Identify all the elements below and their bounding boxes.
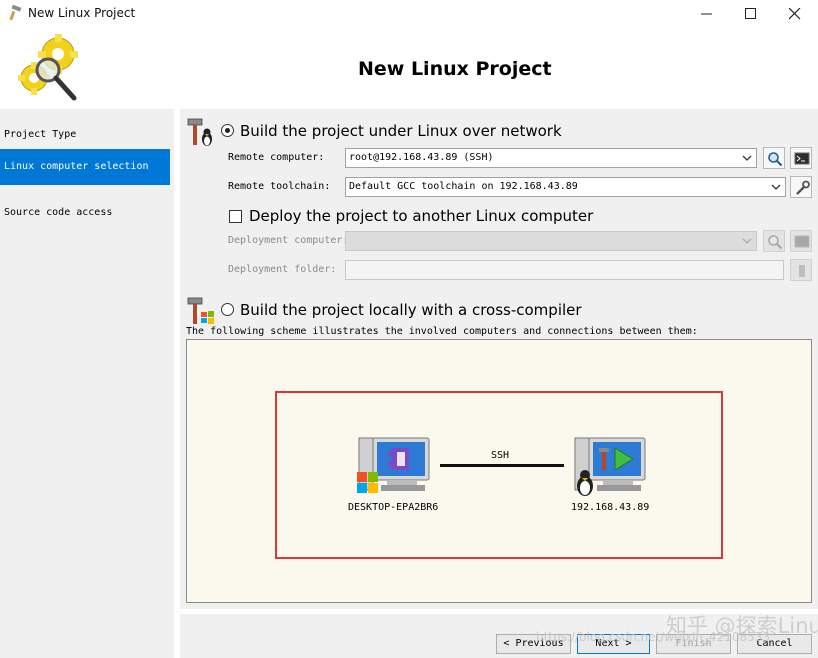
page-title: New Linux Project — [358, 58, 552, 80]
hammer-penguin-icon — [187, 118, 212, 146]
app-icon — [9, 5, 22, 21]
window-title: New Linux Project — [28, 6, 136, 20]
ssh-connection-line — [440, 464, 564, 467]
build-remote-label[interactable]: Build the project under Linux over netwo… — [240, 122, 562, 140]
remote-toolchain-label: Remote toolchain: — [228, 181, 331, 192]
edit-toolchain-button[interactable] — [790, 176, 812, 198]
deployment-terminal-button[interactable] — [790, 230, 812, 252]
remote-computer-select[interactable]: root@192.168.43.89 (SSH) — [345, 148, 757, 168]
chevron-down-icon — [771, 184, 781, 190]
terminal-icon — [794, 152, 810, 165]
scheme-caption: The following scheme illustrates the inv… — [186, 326, 698, 337]
main-panel: Build the project under Linux over netwo… — [180, 109, 818, 609]
chevron-down-icon — [742, 155, 752, 161]
gear-magnifier-logo — [18, 34, 78, 101]
remote-toolchain-value: Default GCC toolchain on 192.168.43.89 — [349, 181, 578, 192]
linux-pc-icon — [574, 437, 646, 496]
deployment-folder-label: Deployment folder: — [228, 264, 337, 275]
wrench-icon — [796, 180, 810, 195]
maximize-button[interactable] — [728, 0, 774, 28]
deployment-computer-label: Deployment computer: — [228, 235, 349, 246]
title-bar: New Linux Project — [0, 0, 818, 28]
folder-icon — [799, 265, 805, 277]
remote-computer-label: Remote computer: — [228, 152, 325, 163]
nav-item-source-code-access[interactable]: Source code access — [0, 195, 170, 231]
deploy-label[interactable]: Deploy the project to another Linux comp… — [249, 207, 593, 225]
build-local-radio[interactable] — [221, 303, 234, 316]
build-local-label[interactable]: Build the project locally with a cross-c… — [240, 301, 582, 319]
previous-arrow-icon: < — [503, 638, 516, 649]
remote-toolchain-select[interactable]: Default GCC toolchain on 192.168.43.89 — [345, 177, 786, 197]
connection-label: SSH — [491, 450, 510, 461]
deployment-computer-select[interactable] — [345, 231, 757, 251]
deployment-folder-input[interactable] — [345, 260, 784, 280]
highlight-frame — [275, 391, 723, 559]
deploy-checkbox[interactable] — [229, 210, 242, 223]
nav-item-linux-computer-selection[interactable]: Linux computer selection — [0, 149, 170, 185]
watermark-url: https://blog.csdn.net/weixin_42108533 — [536, 630, 771, 644]
open-terminal-button[interactable] — [790, 147, 812, 169]
remote-computer-value: root@192.168.43.89 (SSH) — [349, 152, 494, 163]
browse-folder-button[interactable] — [790, 259, 812, 281]
close-button[interactable] — [772, 0, 818, 28]
minimize-button[interactable] — [684, 0, 730, 28]
radio-selected-dot — [225, 128, 230, 133]
close-icon — [789, 8, 801, 20]
minimize-icon — [701, 13, 712, 15]
terminal-icon — [794, 235, 810, 248]
chevron-down-icon — [742, 238, 752, 244]
windows-pc-icon — [357, 437, 430, 493]
left-computer-label: DESKTOP-EPA2BR6 — [348, 502, 439, 513]
nav-item-project-type[interactable]: Project Type — [0, 117, 170, 153]
connection-scheme-panel: DESKTOP-EPA2BR6 SSH 192.168.43.89 — [186, 339, 812, 603]
search-computer-button[interactable] — [763, 147, 785, 169]
wizard-header: New Linux Project — [0, 28, 818, 108]
build-remote-radio[interactable] — [221, 124, 234, 137]
hammer-windows-icon — [187, 297, 214, 324]
wizard-steps-nav: Project Type Linux computer selection So… — [0, 109, 174, 658]
search-icon — [768, 235, 783, 250]
right-computer-label: 192.168.43.89 — [571, 502, 650, 513]
search-deployment-button[interactable] — [763, 230, 785, 252]
search-icon — [768, 152, 783, 167]
maximize-icon — [745, 8, 756, 19]
